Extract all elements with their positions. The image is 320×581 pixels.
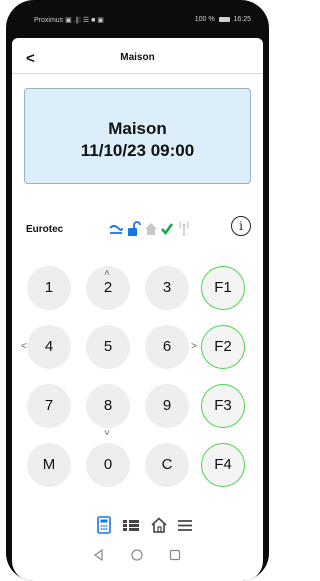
status-bar-right: 100 % 16:25 [195, 16, 251, 23]
header-divider [12, 73, 263, 74]
display-line-2: 11/10/23 09:00 [80, 141, 195, 160]
nav-home-icon[interactable] [130, 548, 144, 562]
key-f1[interactable]: F1 [201, 266, 245, 310]
key-5[interactable]: 5 [86, 325, 130, 369]
system-nav-bar [12, 542, 263, 570]
key-4[interactable]: 4 [27, 325, 71, 369]
key-c[interactable]: C [145, 443, 189, 487]
nav-recents-icon[interactable] [168, 548, 182, 562]
network-icon [109, 225, 123, 234]
clock: 16:25 [233, 16, 251, 23]
key-f3[interactable]: F3 [201, 384, 245, 428]
chevron-up-icon: ˄ [104, 268, 110, 279]
battery-icon [218, 16, 230, 22]
check-icon [161, 223, 174, 236]
key-f2[interactable]: F2 [201, 325, 245, 369]
lcd-display: Maison 11/10/23 09:00 [24, 88, 251, 184]
keypad-tab-icon[interactable] [95, 516, 113, 534]
bottom-tab-bar [12, 516, 263, 538]
nav-back-icon[interactable] [92, 548, 106, 562]
page-title: Maison [120, 52, 155, 63]
key-8[interactable]: 8 [86, 384, 130, 428]
unlock-icon [128, 221, 141, 236]
status-row: Eurotec i [12, 216, 263, 242]
brand-label: Eurotec [26, 224, 64, 235]
key-6[interactable]: 6 [145, 325, 189, 369]
status-bar: Proximus ▣ .∥∶ ☰ ■ ▣ 100 % 16:25 [6, 0, 269, 38]
key-9[interactable]: 9 [145, 384, 189, 428]
phone-frame: Proximus ▣ .∥∶ ☰ ■ ▣ 100 % 16:25 < Maiso… [6, 0, 269, 581]
key-7[interactable]: 7 [27, 384, 71, 428]
home-status-icon [145, 223, 157, 235]
key-3[interactable]: 3 [145, 266, 189, 310]
battery-level: 100 % [194, 16, 215, 23]
menu-tab-icon[interactable] [176, 516, 194, 534]
radio-signal-icon [179, 221, 189, 236]
home-tab-icon[interactable] [150, 516, 168, 534]
grid-tab-icon[interactable] [122, 516, 140, 534]
chevron-right-icon: > [191, 341, 197, 352]
top-bar: < Maison [12, 48, 263, 70]
key-f4[interactable]: F4 [201, 443, 245, 487]
status-bar-left: Proximus ▣ .∥∶ ☰ ■ ▣ [34, 17, 104, 24]
display-line-1: Maison [108, 119, 167, 138]
chevron-left-icon: < [21, 341, 27, 352]
key-1[interactable]: 1 [27, 266, 71, 310]
chevron-down-icon: ˅ [104, 428, 110, 439]
info-button[interactable]: i [231, 216, 251, 236]
app-screen: < Maison Maison 11/10/23 09:00 Eurotec i… [12, 38, 263, 581]
key-0[interactable]: 0 [86, 443, 130, 487]
key-m[interactable]: M [27, 443, 71, 487]
